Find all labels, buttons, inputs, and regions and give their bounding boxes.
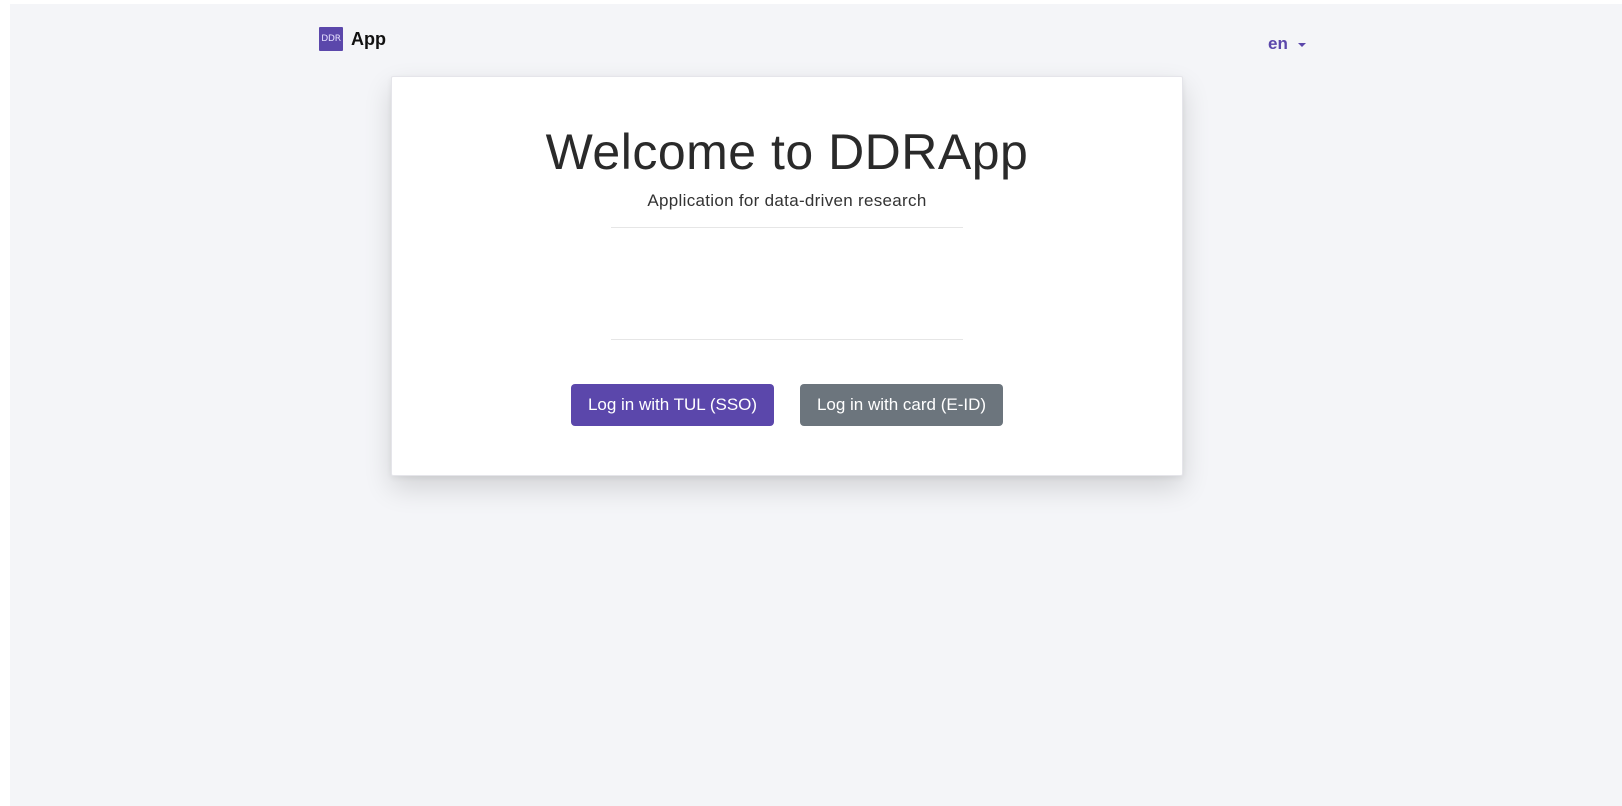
page-subtitle: Application for data-driven research xyxy=(647,191,927,210)
divider-top xyxy=(611,227,963,228)
page-title: Welcome to DDRApp xyxy=(545,124,1029,180)
login-sso-button[interactable]: Log in with TUL (SSO) xyxy=(571,384,774,426)
brand[interactable]: DDR App xyxy=(319,24,386,54)
app-name: App xyxy=(351,28,386,49)
login-card: Welcome to DDRApp Application for data-d… xyxy=(391,76,1183,476)
language-selector[interactable]: en xyxy=(1268,34,1306,54)
login-card-button[interactable]: Log in with card (E-ID) xyxy=(800,384,1003,426)
caret-down-icon xyxy=(1297,43,1306,47)
divider-bottom xyxy=(611,339,963,340)
language-label: en xyxy=(1268,34,1288,53)
app-logo-icon: DDR xyxy=(319,27,343,51)
